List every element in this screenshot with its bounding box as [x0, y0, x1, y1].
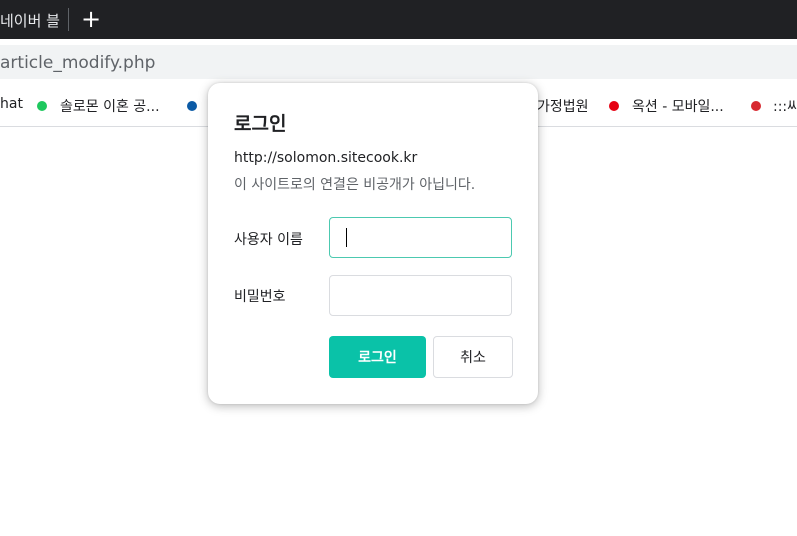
- dialog-privacy-note: 이 사이트로의 연결은 비공개가 아닙니다.: [234, 177, 476, 193]
- bookmark-item[interactable]: 가정법원: [537, 96, 589, 116]
- plus-icon: +: [80, 5, 102, 33]
- username-label: 사용자 이름: [234, 232, 303, 248]
- browser-toolbar: article_modify.php: [0, 39, 797, 81]
- new-tab-button[interactable]: +: [80, 5, 102, 33]
- login-button[interactable]: 로그인: [329, 336, 426, 378]
- bookmark-item[interactable]: 솔로몬 이혼 공...: [60, 96, 160, 116]
- bookmark-item[interactable]: hat: [0, 96, 23, 112]
- bookmark-favicon: [37, 101, 47, 111]
- address-bar[interactable]: article_modify.php: [0, 45, 797, 79]
- bookmark-favicon: [609, 101, 619, 111]
- password-label: 비밀번호: [234, 289, 286, 305]
- cancel-button[interactable]: 취소: [433, 336, 513, 378]
- password-input[interactable]: [329, 275, 512, 316]
- tab-title-text: 네이버 블: [0, 12, 60, 30]
- address-url: article_modify.php: [0, 53, 156, 73]
- dialog-title: 로그인: [234, 113, 287, 135]
- tab-separator: [68, 8, 69, 31]
- tab-title[interactable]: 네이버 블: [0, 10, 60, 31]
- bookmark-item[interactable]: 옥션 - 모바일...: [632, 96, 724, 116]
- bookmark-favicon: [751, 101, 761, 111]
- bookmark-favicon[interactable]: [187, 101, 197, 111]
- username-input[interactable]: [329, 217, 512, 258]
- bookmark-item[interactable]: :::씨: [773, 96, 797, 116]
- text-caret: [346, 228, 347, 247]
- login-dialog: 로그인 http://solomon.sitecook.kr 이 사이트로의 연…: [208, 83, 538, 404]
- tab-strip: 네이버 블 +: [0, 0, 797, 39]
- dialog-origin: http://solomon.sitecook.kr: [234, 150, 418, 166]
